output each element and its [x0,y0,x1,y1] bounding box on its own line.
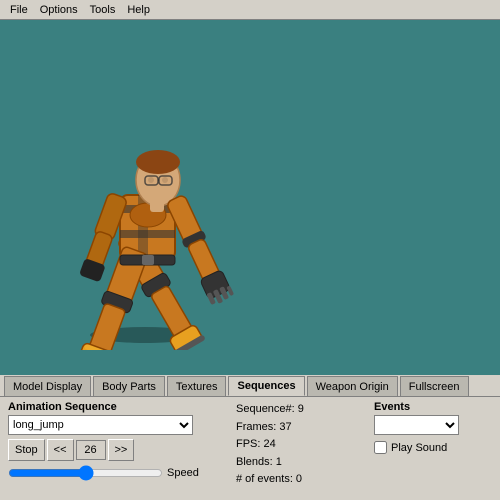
frame-input[interactable] [76,440,106,460]
animation-sequence-label: Animation Sequence [8,401,228,413]
fps-info: FPS: 24 [236,436,366,454]
play-sound-label: Play Sound [391,442,447,454]
tab-model-display[interactable]: Model Display [4,376,91,396]
speed-label: Speed [167,467,199,479]
sequence-dropdown[interactable]: long_jump [8,415,193,435]
tab-weapon-origin[interactable]: Weapon Origin [307,376,398,396]
play-sound-checkbox[interactable] [374,441,387,454]
playback-controls: Stop << >> [8,439,228,461]
next-button[interactable]: >> [108,439,135,461]
menu-help[interactable]: Help [121,2,156,18]
control-panel: Animation Sequence long_jump Stop << >> … [0,397,500,500]
blends-info: Blends: 1 [236,454,366,472]
menu-tools[interactable]: Tools [84,2,122,18]
tab-fullscreen[interactable]: Fullscreen [400,376,469,396]
tab-body-parts[interactable]: Body Parts [93,376,165,396]
menu-options[interactable]: Options [34,2,84,18]
sequence-section: Animation Sequence long_jump Stop << >> … [8,401,228,489]
speed-control: Speed [8,465,228,481]
tab-textures[interactable]: Textures [167,376,227,396]
frames-info: Frames: 37 [236,419,366,437]
sequence-info: Sequence#: 9 Frames: 37 FPS: 24 Blends: … [236,401,366,489]
viewport [0,20,500,375]
prev-button[interactable]: << [47,439,74,461]
events-label: Events [374,401,492,413]
menu-file[interactable]: File [4,2,34,18]
play-sound-row: Play Sound [374,441,492,454]
tab-sequences[interactable]: Sequences [228,376,304,396]
character-display [30,40,280,360]
events-count: # of events: 0 [236,471,366,489]
tabbar: Model Display Body Parts Textures Sequen… [0,375,500,397]
menubar: File Options Tools Help [0,0,500,20]
speed-slider[interactable] [8,465,163,481]
events-section: Events Play Sound [374,401,492,489]
events-dropdown[interactable] [374,415,459,435]
sequence-num: Sequence#: 9 [236,401,366,419]
stop-button[interactable]: Stop [8,439,45,461]
